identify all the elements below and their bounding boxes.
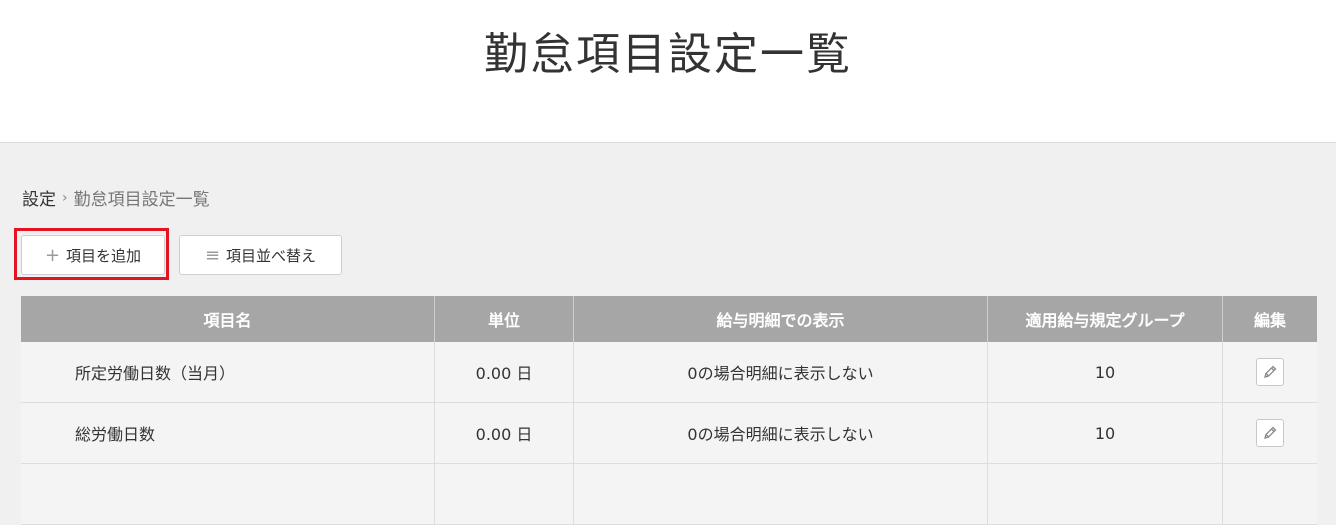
edit-button[interactable] xyxy=(1256,419,1284,447)
plus-icon: + xyxy=(44,244,61,266)
cell-display: 0の場合明細に表示しない xyxy=(573,342,988,403)
column-header-edit: 編集 xyxy=(1222,296,1317,342)
cell-item-name: 所定労働日数（当月） xyxy=(21,342,435,403)
breadcrumb-current: 勤怠項目設定一覧 xyxy=(73,190,210,210)
attendance-items-table: 項目名 単位 給与明細での表示 適用給与規定グループ 編集 所定労働日数（当月）… xyxy=(21,296,1317,525)
column-header-unit: 単位 xyxy=(434,296,574,342)
breadcrumb: 設定 › 勤怠項目設定一覧 xyxy=(22,185,210,211)
page-title: 勤怠項目設定一覧 xyxy=(484,29,852,80)
cell-display: 0の場合明細に表示しない xyxy=(573,402,988,464)
chevron-right-icon: › xyxy=(62,189,68,206)
edit-button[interactable] xyxy=(1256,358,1284,386)
cell-group: 10 xyxy=(987,342,1223,403)
table-header-row: 項目名 単位 給与明細での表示 適用給与規定グループ 編集 xyxy=(21,296,1317,342)
add-item-button[interactable]: + 項目を追加 xyxy=(21,235,165,275)
column-header-group: 適用給与規定グループ xyxy=(987,296,1223,342)
pencil-icon xyxy=(1264,365,1277,378)
cell-unit: 0.00 日 xyxy=(434,342,574,403)
cell-item-name: 総労働日数 xyxy=(21,402,435,464)
cell-group: 10 xyxy=(987,402,1223,464)
list-icon: ≡ xyxy=(204,244,221,266)
breadcrumb-settings-link[interactable]: 設定 xyxy=(22,185,56,210)
add-item-label: 項目を追加 xyxy=(66,246,142,265)
cell-edit xyxy=(1222,402,1317,464)
sort-items-label: 項目並べ替え xyxy=(226,246,317,265)
sort-items-button[interactable]: ≡ 項目並べ替え xyxy=(179,235,342,275)
cell-edit xyxy=(1222,342,1317,403)
cell-unit: 0.00 日 xyxy=(434,402,574,464)
page-header: 勤怠項目設定一覧 xyxy=(0,0,1336,143)
table-row: 総労働日数 0.00 日 0の場合明細に表示しない 10 xyxy=(21,402,1317,464)
pencil-icon xyxy=(1264,426,1277,439)
table-row: 所定労働日数（当月） 0.00 日 0の場合明細に表示しない 10 xyxy=(21,342,1317,403)
column-header-display: 給与明細での表示 xyxy=(573,296,988,342)
column-header-name: 項目名 xyxy=(21,296,435,342)
